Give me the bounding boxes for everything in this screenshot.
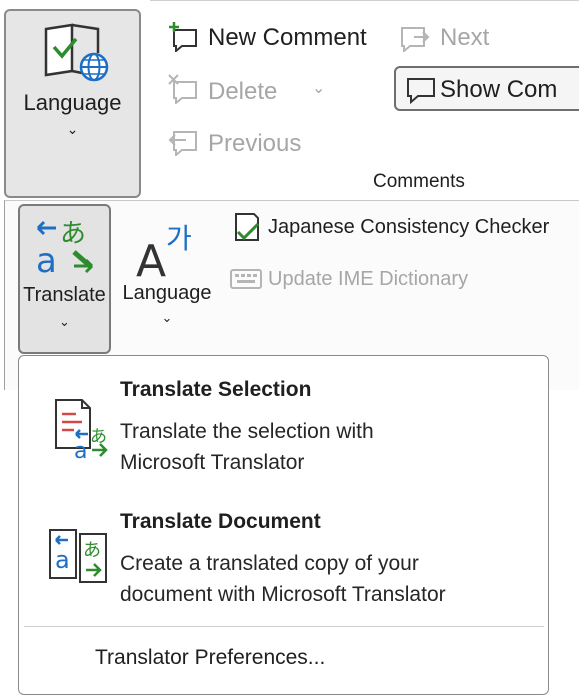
language-menu-button[interactable]: A 가 Language ⌄ <box>118 206 216 336</box>
chevron-down-icon: ⌄ <box>66 121 79 137</box>
next-comment-button[interactable]: Next <box>398 20 508 56</box>
document-check-icon <box>235 213 260 241</box>
chevron-down-icon: ⌄ <box>59 314 70 329</box>
language-globe-icon <box>44 23 109 82</box>
language-button[interactable]: Language ⌄ <box>4 9 141 198</box>
svg-text:あ: あ <box>60 219 86 249</box>
update-ime-dictionary-button[interactable]: Update IME Dictionary <box>228 264 528 298</box>
translate-selection-desc-line1: Translate the selection with <box>120 420 374 443</box>
menu-separator <box>24 626 544 627</box>
delete-comment-button[interactable]: Delete ⌄ <box>166 72 336 108</box>
ribbon-top-border <box>150 0 579 3</box>
new-comment-label: New Comment <box>208 24 367 51</box>
svg-text:a: a <box>55 546 70 574</box>
show-comments-label: Show Com <box>440 76 558 103</box>
translate-icon: a あ <box>36 219 94 276</box>
translate-selection-menu-item[interactable]: a あ Translate Selection Translate the se… <box>40 368 540 488</box>
comments-group-label: Comments <box>373 171 465 192</box>
translate-document-desc-line1: Create a translated copy of your <box>120 552 419 575</box>
translate-selection-icon: a あ <box>55 399 108 460</box>
svg-text:a: a <box>74 439 87 460</box>
chevron-down-icon: ⌄ <box>312 80 326 97</box>
translate-document-icon: a あ <box>49 529 107 583</box>
japanese-consistency-checker-label: Japanese Consistency Checker <box>268 216 550 238</box>
translator-preferences-menu-item[interactable]: Translator Preferences... <box>40 640 540 680</box>
language-button-label: Language <box>23 90 122 115</box>
delete-comment-icon <box>168 74 197 104</box>
svg-text:a: a <box>36 241 57 276</box>
new-comment-button[interactable]: New Comment <box>166 20 376 56</box>
translate-document-title: Translate Document <box>120 510 321 533</box>
translate-button-label: Translate <box>23 284 106 306</box>
language-a-ga-icon: A 가 <box>136 222 192 278</box>
translate-selection-title: Translate Selection <box>120 378 312 401</box>
translate-button[interactable]: a あ Translate ⌄ <box>18 204 111 354</box>
language-menu-label: Language <box>122 282 212 304</box>
delete-comment-label: Delete <box>208 78 278 105</box>
chevron-down-icon: ⌄ <box>161 310 173 325</box>
translate-document-menu-item[interactable]: a あ Translate Document Create a translat… <box>40 500 540 620</box>
previous-comment-button[interactable]: Previous <box>166 124 316 160</box>
translator-preferences-label: Translator Preferences... <box>95 646 326 669</box>
svg-text:A: A <box>136 236 166 278</box>
new-comment-icon <box>169 22 197 52</box>
svg-text:あ: あ <box>90 427 107 447</box>
translate-selection-desc-line2: Microsoft Translator <box>120 451 305 474</box>
show-comments-button[interactable]: Show Com <box>394 66 579 111</box>
japanese-consistency-checker-button[interactable]: Japanese Consistency Checker <box>228 210 579 246</box>
previous-comment-icon <box>168 131 197 156</box>
keyboard-icon <box>230 269 262 289</box>
update-ime-dictionary-label: Update IME Dictionary <box>268 268 469 290</box>
comment-bubble-icon <box>407 78 435 104</box>
next-comment-label: Next <box>440 24 490 51</box>
svg-text:あ: あ <box>83 540 101 561</box>
translate-document-desc-line2: document with Microsoft Translator <box>120 583 446 606</box>
next-comment-icon <box>401 27 430 52</box>
previous-comment-label: Previous <box>208 130 302 157</box>
svg-text:가: 가 <box>166 222 192 255</box>
